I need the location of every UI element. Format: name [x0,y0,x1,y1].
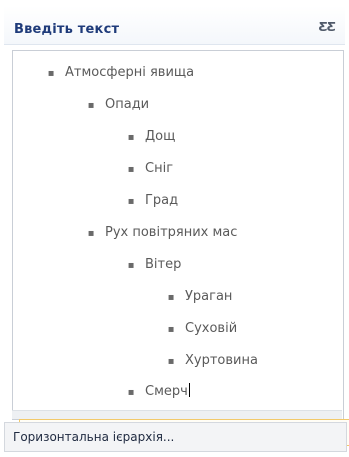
list-item[interactable]: ▪ Рух повітряних мас [85,225,238,247]
bullet-icon: ▪ [127,260,135,271]
bullet-icon: ▪ [167,324,175,335]
pane-titlebar: Введіть текст ƸƸ [4,6,345,45]
list-item[interactable]: ▪ Вітер [125,257,182,279]
list-item-active[interactable]: ▪ Смерч [125,383,190,405]
bullet-icon: ▪ [87,100,95,111]
layout-link[interactable]: Горизонтальна ієрархія... [13,430,174,444]
list-item[interactable]: ▪ Суховій [165,321,238,343]
bullet-icon: ▪ [127,196,135,207]
outline-editor[interactable]: ▪ Атмосферні явища ▪ Опади ▪ Дощ ▪ Сніг ▪ Гра… [12,50,349,446]
text-caret [188,383,190,397]
bullet-icon: ▪ [47,68,55,79]
close-icon[interactable]: ƸƸ [318,20,336,34]
bullet-icon: ▪ [127,132,135,143]
list-item[interactable]: ▪ Хуртовина [165,353,258,375]
horizontal-scrollbar[interactable] [12,410,342,419]
list-item[interactable]: ▪ Сніг [125,161,173,183]
pane-title: Введіть текст [14,22,120,37]
bullet-icon: ▪ [87,228,95,239]
bullet-icon: ▪ [127,164,135,175]
list-item[interactable]: ▪ Дощ [125,129,176,151]
text-pane: Введіть текст ƸƸ ▪ Атмосферні явища ▪ Опад… [0,0,349,457]
list-item[interactable]: ▪ Опади [85,97,150,119]
bullet-icon: ▪ [127,387,135,398]
pane-footer: Горизонтальна ієрархія... [4,422,347,452]
list-item[interactable]: ▪ Атмосферні явища [45,65,195,87]
bullet-icon: ▪ [167,292,175,303]
list-item[interactable]: ▪ Ураган [165,289,233,311]
list-item[interactable]: ▪ Град [125,193,179,215]
bullet-icon: ▪ [167,356,175,367]
